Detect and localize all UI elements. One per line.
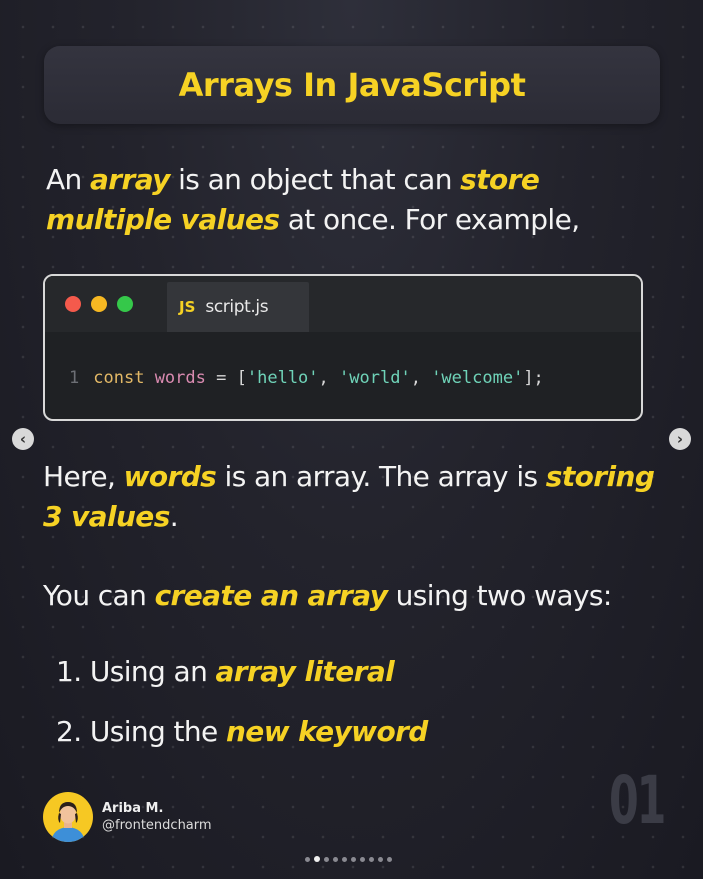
code-variable: words bbox=[154, 368, 206, 388]
js-file-icon: JS bbox=[179, 298, 196, 316]
close-dot-icon bbox=[65, 296, 81, 312]
page-title: Arrays In JavaScript bbox=[178, 66, 526, 104]
list-text: Using the bbox=[89, 715, 226, 748]
slide-number: 01 bbox=[609, 762, 666, 839]
pagination-dot[interactable] bbox=[387, 856, 392, 862]
list-highlight: new keyword bbox=[225, 715, 428, 748]
ways-paragraph: You can create an array using two ways: bbox=[43, 576, 663, 616]
ways-text-2: using two ways: bbox=[387, 579, 613, 612]
code-equals: = bbox=[216, 368, 227, 388]
ways-highlight-create: create an array bbox=[154, 579, 388, 612]
code-comma: , bbox=[318, 368, 329, 388]
code-window: JS script.js 1 const words = ['hello', 'w… bbox=[43, 274, 643, 421]
pagination-dot[interactable] bbox=[369, 856, 374, 862]
intro-text-2: is an object that can bbox=[169, 163, 461, 196]
explain-text-2: is an array. The array is bbox=[216, 460, 546, 493]
chevron-right-icon[interactable]: › bbox=[669, 428, 691, 450]
explain-text-1: Here, bbox=[43, 460, 124, 493]
code-string: 'hello' bbox=[246, 368, 319, 388]
pagination-dots[interactable] bbox=[305, 856, 392, 862]
pagination-dot[interactable] bbox=[314, 856, 320, 862]
minimize-dot-icon bbox=[91, 296, 107, 312]
code-keyword: const bbox=[93, 368, 145, 388]
pagination-dot[interactable] bbox=[360, 856, 365, 862]
file-tab[interactable]: JS script.js bbox=[167, 282, 309, 332]
title-banner: Arrays In JavaScript bbox=[44, 46, 660, 124]
list-number: 1. bbox=[56, 655, 82, 688]
pagination-dot[interactable] bbox=[351, 856, 356, 862]
code-string: 'world' bbox=[339, 368, 411, 388]
code-comma: , bbox=[410, 368, 421, 388]
intro-text-1: An bbox=[46, 163, 91, 196]
code-open-bracket: [ bbox=[236, 368, 247, 388]
chevron-left-icon[interactable]: ‹ bbox=[12, 428, 34, 450]
list-text: Using an bbox=[89, 655, 216, 688]
file-tab-name: script.js bbox=[205, 297, 269, 317]
explain-text-3: . bbox=[169, 500, 179, 533]
maximize-dot-icon bbox=[117, 296, 133, 312]
list-item: 1. Using an array literal bbox=[56, 655, 395, 688]
code-window-header: JS script.js bbox=[45, 276, 641, 332]
author-card: Ariba M. @frontendcharm bbox=[43, 792, 212, 842]
pagination-dot[interactable] bbox=[324, 856, 329, 862]
line-number: 1 bbox=[69, 368, 80, 388]
code-line: 1 const words = ['hello', 'world', 'welco… bbox=[69, 368, 544, 388]
pagination-dot[interactable] bbox=[333, 856, 338, 862]
code-close-bracket: ]; bbox=[523, 368, 544, 388]
intro-paragraph: An array is an object that can store mul… bbox=[46, 160, 666, 240]
explain-highlight-words: words bbox=[123, 460, 217, 493]
ways-text-1: You can bbox=[43, 579, 155, 612]
pagination-dot[interactable] bbox=[305, 856, 310, 862]
intro-highlight-array: array bbox=[90, 163, 170, 196]
avatar bbox=[43, 792, 93, 842]
code-string: 'welcome' bbox=[431, 368, 524, 388]
pagination-dot[interactable] bbox=[378, 856, 383, 862]
list-highlight: array literal bbox=[215, 655, 395, 688]
list-number: 2. bbox=[56, 715, 82, 748]
list-item: 2. Using the new keyword bbox=[56, 715, 428, 748]
author-handle: @frontendcharm bbox=[102, 818, 212, 833]
pagination-dot[interactable] bbox=[342, 856, 347, 862]
explain-paragraph: Here, words is an array. The array is st… bbox=[43, 457, 663, 537]
author-name: Ariba M. bbox=[102, 801, 164, 816]
intro-text-3: at once. For example, bbox=[279, 203, 580, 236]
